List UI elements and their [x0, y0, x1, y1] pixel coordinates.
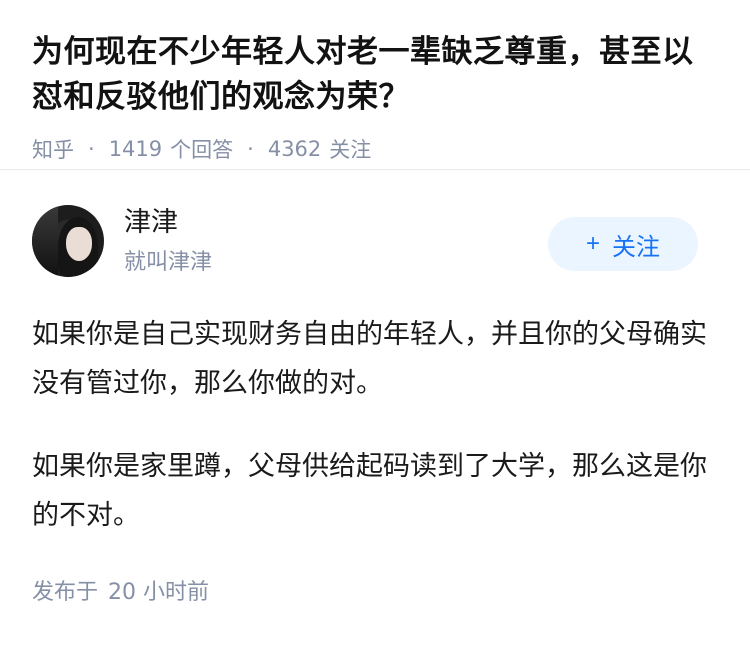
answer-card: 津津 就叫津津 + 关注 如果你是自己实现财务自由的年轻人，并且你的父母确实没有…	[0, 170, 750, 606]
answers-count: 1419	[108, 137, 163, 161]
followers-count: 4362	[267, 137, 322, 161]
meta-separator: ·	[247, 137, 254, 161]
publish-time-value: 20 小时前	[108, 580, 210, 605]
answer-paragraph: 如果你是自己实现财务自由的年轻人，并且你的父母确实没有管过你，那么你做的对。	[32, 319, 707, 399]
publish-time: 发布于 20 小时前	[32, 574, 718, 606]
follow-button-label: 关注	[612, 233, 660, 261]
avatar[interactable]	[32, 205, 104, 277]
question-header: 为何现在不少年轻人对老一辈缺乏尊重，甚至以怼和反驳他们的观念为荣？ 知乎 · 1…	[0, 0, 750, 170]
author-row: 津津 就叫津津 + 关注	[32, 170, 718, 310]
answer-paragraph: 如果你是家里蹲，父母供给起码读到了大学，那么这是你的不对。	[32, 451, 707, 531]
meta-separator: ·	[88, 137, 95, 161]
author-info: 津津 就叫津津	[124, 206, 212, 276]
answers-label[interactable]: 个回答	[170, 134, 233, 164]
avatar-face	[66, 227, 92, 261]
question-title[interactable]: 为何现在不少年轻人对老一辈缺乏尊重，甚至以怼和反驳他们的观念为荣？	[32, 30, 718, 120]
answer-content: 如果你是自己实现财务自由的年轻人，并且你的父母确实没有管过你，那么你做的对。 如…	[32, 310, 718, 540]
plus-icon: +	[585, 230, 600, 257]
author-bio: 就叫津津	[124, 250, 213, 275]
publish-time-label: 发布于	[32, 580, 99, 605]
question-meta: 知乎 · 1419 个回答 · 4362 关注	[32, 134, 718, 164]
author-name[interactable]: 津津	[124, 206, 212, 240]
source-label[interactable]: 知乎	[32, 134, 74, 164]
avatar-background	[32, 205, 58, 277]
follow-button[interactable]: + 关注	[548, 217, 698, 271]
followers-label: 关注	[329, 138, 372, 162]
